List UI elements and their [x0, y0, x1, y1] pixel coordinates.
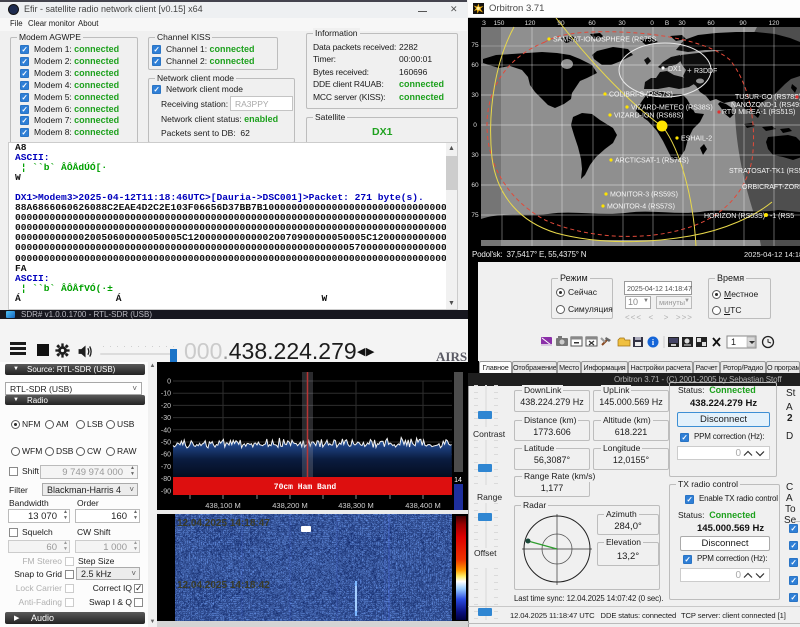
svg-text:MONITOR-3 (RS59S): MONITOR-3 (RS59S) — [610, 192, 678, 199]
svg-text:DX1: DX1 — [668, 66, 682, 73]
svg-text:0: 0 — [473, 122, 477, 129]
svg-text:-1 (RS5: -1 (RS5 — [770, 213, 794, 220]
svg-text:-90: -90 — [161, 488, 171, 495]
svg-text:90: 90 — [739, 20, 747, 27]
svg-text:TUSUR-GO (RS78S): TUSUR-GO (RS78S) — [735, 94, 800, 101]
svg-text:438,200 M: 438,200 M — [272, 501, 307, 510]
svg-text:NANOZOND-1 (RS49S: NANOZOND-1 (RS49S — [731, 102, 800, 109]
svg-text:VIZARD-ION (RS68S): VIZARD-ION (RS68S) — [614, 113, 683, 120]
svg-text:12.04.2025 14:18:47: 12.04.2025 14:18:47 — [177, 518, 270, 529]
svg-text:-30: -30 — [161, 415, 171, 422]
svg-text:-20: -20 — [161, 403, 171, 410]
svg-text:ARCTICSAT-1 (RS74S): ARCTICSAT-1 (RS74S) — [615, 158, 689, 165]
svg-text:70cm Ham Band: 70cm Ham Band — [274, 483, 337, 492]
svg-text:RTU MIREA-1 (RS51S): RTU MIREA-1 (RS51S) — [722, 109, 795, 116]
svg-text:120: 120 — [769, 20, 780, 27]
svg-text:VIZARD-METEO (RS38S): VIZARD-METEO (RS38S) — [631, 105, 713, 112]
svg-text:-10: -10 — [161, 391, 171, 398]
svg-text:+: + — [687, 66, 692, 75]
svg-text:438,300 M: 438,300 M — [338, 501, 373, 510]
svg-text:60: 60 — [707, 20, 715, 27]
svg-text:14: 14 — [454, 477, 462, 484]
svg-text:R3DDF: R3DDF — [694, 68, 717, 75]
svg-text:ORBICRAFT-ZORKI: ORBICRAFT-ZORKI — [742, 184, 800, 191]
svg-text:150: 150 — [494, 20, 505, 27]
svg-text:75: 75 — [471, 212, 479, 219]
svg-text:З: З — [482, 20, 486, 27]
svg-text:12.04.2025 14:18:42: 12.04.2025 14:18:42 — [177, 580, 270, 591]
svg-text:438,400 M: 438,400 M — [405, 501, 440, 510]
svg-text:30: 30 — [678, 20, 686, 27]
svg-text:ESHAIL-2: ESHAIL-2 — [681, 136, 712, 143]
svg-text:120: 120 — [525, 20, 536, 27]
svg-text:-70: -70 — [161, 464, 171, 471]
svg-text:75: 75 — [471, 42, 479, 49]
svg-text:0: 0 — [167, 379, 171, 386]
svg-text:0: 0 — [650, 20, 654, 27]
svg-text:HORIZON (RS53S): HORIZON (RS53S) — [704, 213, 765, 220]
svg-text:-50: -50 — [161, 440, 171, 447]
svg-text:30: 30 — [471, 152, 479, 159]
svg-text:60: 60 — [471, 182, 479, 189]
svg-text:1: 1 — [731, 337, 736, 347]
svg-text:-60: -60 — [161, 452, 171, 459]
svg-text:30: 30 — [471, 92, 479, 99]
svg-text:SAMSAT-IONOSPHERE (RS75S: SAMSAT-IONOSPHERE (RS75S — [553, 37, 657, 44]
svg-text:MONITOR-4 (RS57S): MONITOR-4 (RS57S) — [607, 204, 675, 211]
svg-text:30: 30 — [618, 20, 626, 27]
svg-text:COLIBRI-S (RS57S): COLIBRI-S (RS57S) — [609, 92, 673, 99]
svg-text:438,100 M: 438,100 M — [205, 501, 240, 510]
svg-text:-40: -40 — [161, 427, 171, 434]
svg-text:STRATOSAT-TK1 (RS5: STRATOSAT-TK1 (RS5 — [729, 168, 800, 175]
svg-text:60: 60 — [471, 62, 479, 69]
svg-text:В: В — [665, 20, 669, 27]
svg-text:60: 60 — [588, 20, 596, 27]
svg-text:-80: -80 — [161, 476, 171, 483]
